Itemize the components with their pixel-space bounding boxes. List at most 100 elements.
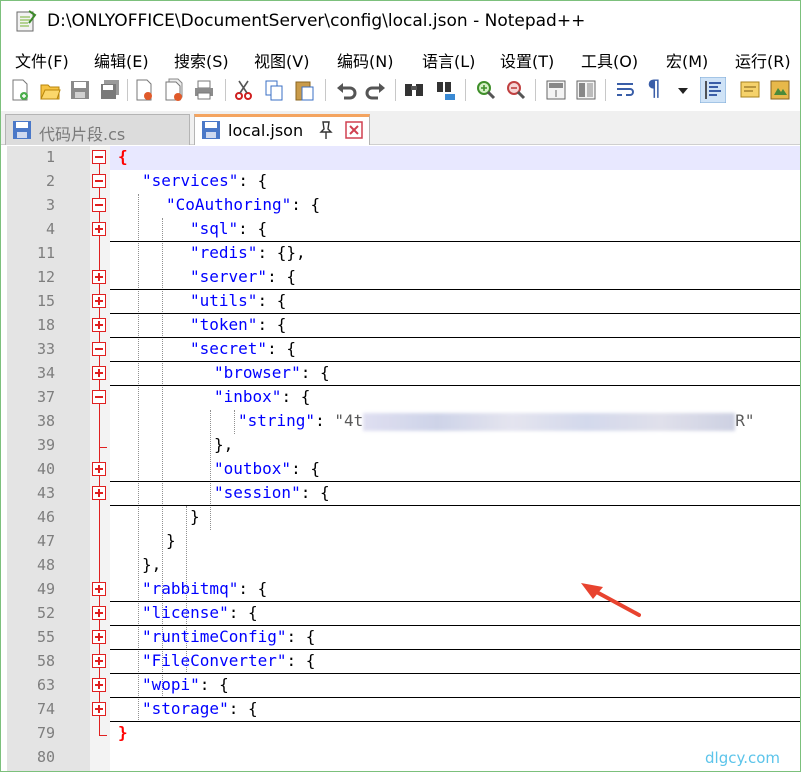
word-wrap-icon[interactable]: [614, 78, 636, 102]
fold-expand-icon[interactable]: [92, 366, 106, 380]
fold-expand-icon[interactable]: [92, 582, 106, 596]
fold-collapse-icon[interactable]: [92, 342, 106, 356]
show-all-chars-icon[interactable]: ¶: [647, 77, 661, 102]
json-key: "license": [142, 603, 229, 622]
code-line[interactable]: 4 "sql": {: [7, 218, 800, 242]
code-line[interactable]: 3 "CoAuthoring": {: [7, 194, 800, 218]
code-line[interactable]: 49 "rabbitmq": {: [7, 578, 800, 602]
json-key: "wopi": [142, 675, 200, 694]
menu-tools[interactable]: 工具(O): [581, 48, 638, 72]
print-icon[interactable]: [193, 78, 215, 102]
code-punctuation: : {: [281, 387, 311, 406]
code-line[interactable]: 55 "runtimeConfig": {: [7, 626, 800, 650]
indent-guide-icon[interactable]: [700, 77, 726, 103]
dropdown-icon[interactable]: [675, 78, 691, 102]
save-all-icon[interactable]: [99, 78, 121, 102]
fold-collapse-icon[interactable]: [92, 174, 106, 188]
fold-expand-icon[interactable]: [92, 606, 106, 620]
code-line[interactable]: 46}: [7, 506, 800, 530]
menu-view[interactable]: 视图(V): [254, 48, 309, 72]
code-line[interactable]: 47}: [7, 530, 800, 554]
undo-icon[interactable]: [335, 78, 357, 102]
code-line[interactable]: 58 "FileConverter": {: [7, 650, 800, 674]
code-punctuation: : {: [238, 171, 268, 190]
menu-language[interactable]: 语言(L): [422, 48, 475, 72]
fold-expand-icon[interactable]: [92, 654, 106, 668]
json-key: "CoAuthoring": [166, 195, 292, 214]
editor-area[interactable]: 1{2 "services": {3 "CoAuthoring": {4 "sql":…: [7, 146, 800, 771]
tab-local-json[interactable]: local.json: [194, 114, 370, 145]
cut-icon[interactable]: [233, 78, 255, 102]
fold-expand-icon[interactable]: [92, 270, 106, 284]
code-line[interactable]: 34 "browser": {: [7, 362, 800, 386]
paste-icon[interactable]: [293, 78, 315, 102]
code-punctuation: : {: [228, 603, 258, 622]
sync-horizontal-icon[interactable]: [575, 78, 597, 102]
code-text: "string": "4t R": [238, 411, 755, 431]
doc-map-icon[interactable]: [769, 78, 791, 102]
code-text: "utils": {: [190, 291, 286, 310]
fold-expand-icon[interactable]: [92, 702, 106, 716]
open-file-icon[interactable]: [39, 78, 61, 102]
line-number: 1: [45, 148, 55, 166]
code-line[interactable]: 40 "outbox": {: [7, 458, 800, 482]
sync-vertical-icon[interactable]: [545, 78, 567, 102]
code-line[interactable]: 74 "storage": {: [7, 698, 800, 722]
code-line[interactable]: 80: [7, 746, 800, 770]
code-line[interactable]: 18 "token": {: [7, 314, 800, 338]
code-line[interactable]: 39},: [7, 434, 800, 458]
zoom-in-icon[interactable]: [475, 78, 497, 102]
new-file-icon[interactable]: [9, 78, 31, 102]
code-line[interactable]: 79}: [7, 722, 800, 746]
fold-expand-icon[interactable]: [92, 294, 106, 308]
menu-run[interactable]: 运行(R): [735, 48, 791, 72]
code-line[interactable]: 43 "session": {: [7, 482, 800, 506]
fold-expand-icon[interactable]: [92, 486, 106, 500]
menu-edit[interactable]: 编辑(E): [94, 48, 149, 72]
line-number: 63: [36, 676, 55, 694]
fold-expand-icon[interactable]: [92, 630, 106, 644]
redo-icon[interactable]: [365, 78, 387, 102]
fold-expand-icon[interactable]: [92, 318, 106, 332]
close-all-icon[interactable]: [163, 78, 185, 102]
line-number: 38: [36, 412, 55, 430]
menu-encoding[interactable]: 编码(N): [337, 48, 393, 72]
fold-collapse-icon[interactable]: [92, 198, 106, 212]
copy-icon[interactable]: [263, 78, 285, 102]
fold-expand-icon[interactable]: [92, 678, 106, 692]
code-line[interactable]: 37 "inbox": {: [7, 386, 800, 410]
find-icon[interactable]: [403, 78, 425, 102]
code-line[interactable]: 48},: [7, 554, 800, 578]
menu-search[interactable]: 搜索(S): [174, 48, 229, 72]
fold-collapse-icon[interactable]: [92, 150, 106, 164]
close-tab-icon[interactable]: [345, 121, 363, 139]
menu-macro[interactable]: 宏(M): [666, 48, 708, 72]
json-string-value: R": [735, 411, 755, 430]
code-line[interactable]: 11 "redis": {},: [7, 242, 800, 266]
code-line[interactable]: 63 "wopi": {: [7, 674, 800, 698]
tab-code-snippet[interactable]: 代码片段.cs: [5, 114, 190, 145]
menu-file[interactable]: 文件(F): [15, 48, 69, 72]
replace-icon[interactable]: [435, 78, 457, 102]
code-line[interactable]: 33 "secret": {: [7, 338, 800, 362]
fold-expand-icon[interactable]: [92, 462, 106, 476]
code-line[interactable]: 2 "services": {: [7, 170, 800, 194]
fold-collapse-icon[interactable]: [92, 390, 106, 404]
save-icon[interactable]: [69, 78, 91, 102]
redacted-secret: [363, 412, 736, 431]
fold-expand-icon[interactable]: [92, 222, 106, 236]
code-text: "secret": {: [190, 339, 296, 358]
code-line[interactable]: 1{: [7, 146, 800, 170]
close-icon[interactable]: [133, 78, 155, 102]
notepadpp-window: D:\ONLYOFFICE\DocumentServer\config\loca…: [0, 0, 801, 772]
user-defined-lang-icon[interactable]: [739, 78, 761, 102]
code-line[interactable]: 15 "utils": {: [7, 290, 800, 314]
menu-settings[interactable]: 设置(T): [500, 48, 554, 72]
code-line[interactable]: 52 "license": {: [7, 602, 800, 626]
code-punctuation: : {: [257, 291, 287, 310]
code-line[interactable]: 12 "server": {: [7, 266, 800, 290]
zoom-out-icon[interactable]: [505, 78, 527, 102]
code-line[interactable]: 38 "string": "4t R": [7, 410, 800, 434]
pin-icon[interactable]: [318, 120, 334, 140]
code-text: "license": {: [142, 603, 258, 622]
